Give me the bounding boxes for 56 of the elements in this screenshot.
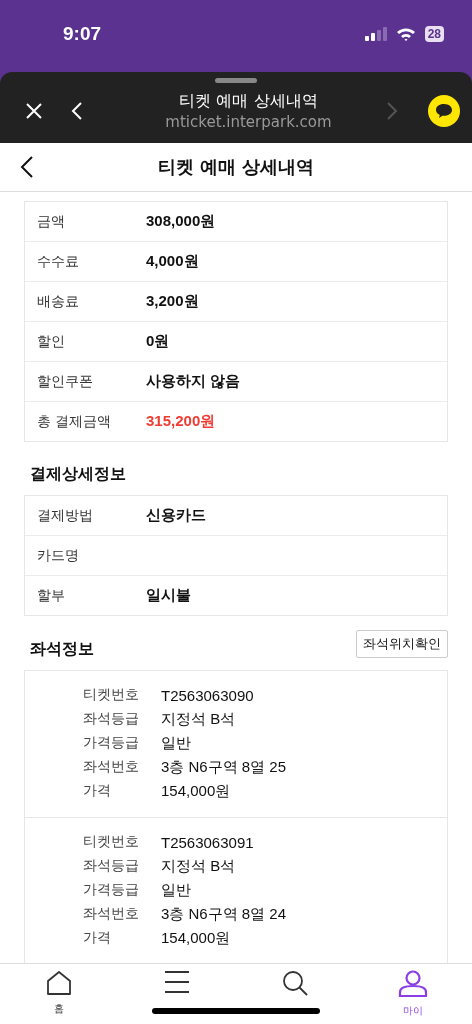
ticket-label: 좌석등급 [83, 857, 140, 875]
back-icon[interactable] [20, 155, 34, 179]
ticket-value: T2563063090 [161, 686, 254, 704]
row-label: 총 결제금액 [37, 412, 113, 431]
ticket-value: 일반 [161, 880, 191, 900]
ticket-value: 지정석 B석 [161, 709, 236, 729]
ticket-label: 티켓번호 [83, 686, 140, 704]
tab-item[interactable]: 마이 [373, 970, 453, 1024]
ticket-value: 지정석 B석 [161, 856, 236, 876]
row-value: 일시불 [146, 586, 191, 605]
page-title: 티켓 예매 상세내역 [179, 91, 318, 112]
ticket-label: 가격 [83, 782, 112, 800]
close-icon[interactable] [25, 102, 43, 120]
ticket-value: 154,000원 [161, 781, 231, 801]
ticket-label: 좌석번호 [83, 758, 140, 776]
ticket-label: 가격등급 [83, 734, 140, 752]
ticket-value: T2563063091 [161, 833, 254, 851]
row-value: 0원 [146, 332, 170, 351]
row-value: 사용하지 않음 [146, 372, 241, 391]
ticket-label: 티켓번호 [83, 833, 140, 851]
row-value: 308,000원 [146, 212, 216, 231]
row-value: 신용카드 [146, 506, 206, 525]
tab-item[interactable]: 홈 [19, 970, 99, 1024]
section-title: 결제상세정보 [29, 463, 127, 485]
ticket-label: 좌석번호 [83, 905, 140, 923]
ticket-value: 3층 N6구역 8열 25 [161, 757, 287, 777]
ticket-value: 3층 N6구역 8열 24 [161, 904, 287, 924]
search-icon [282, 970, 308, 996]
row-label: 할부 [37, 586, 66, 605]
row-label: 금액 [37, 212, 66, 231]
chat-icon[interactable] [428, 95, 460, 127]
header-title: 티켓 예매 상세내역 [157, 155, 315, 179]
ticket-label: 가격 [83, 929, 112, 947]
row-label: 배송료 [37, 292, 80, 311]
row-label: 할인쿠폰 [37, 372, 94, 391]
home-icon [46, 970, 72, 996]
row-value: 3,200원 [146, 292, 199, 311]
url-text: mticket.interpark.com [165, 113, 332, 131]
person-icon [398, 970, 428, 998]
ticket-value: 154,000원 [161, 928, 231, 948]
signal-icon [364, 27, 387, 41]
row-value: 315,200원 [146, 412, 216, 431]
section-title: 좌석정보 [29, 637, 95, 658]
row-label: 카드명 [37, 546, 80, 565]
menu-icon [164, 970, 190, 994]
wifi-icon [395, 27, 416, 41]
battery-icon: 28 [424, 26, 444, 42]
status-time: 9:07 [63, 23, 102, 45]
ticket-value: 일반 [161, 733, 191, 753]
seat-location-button[interactable]: 좌석위치확인 [356, 630, 448, 658]
ticket-label: 가격등급 [83, 881, 140, 899]
row-label: 결제방법 [37, 506, 94, 525]
ticket-label: 좌석등급 [83, 710, 140, 728]
row-label: 수수료 [37, 252, 80, 271]
row-label: 할인 [37, 332, 66, 351]
row-value: 4,000원 [146, 252, 199, 271]
